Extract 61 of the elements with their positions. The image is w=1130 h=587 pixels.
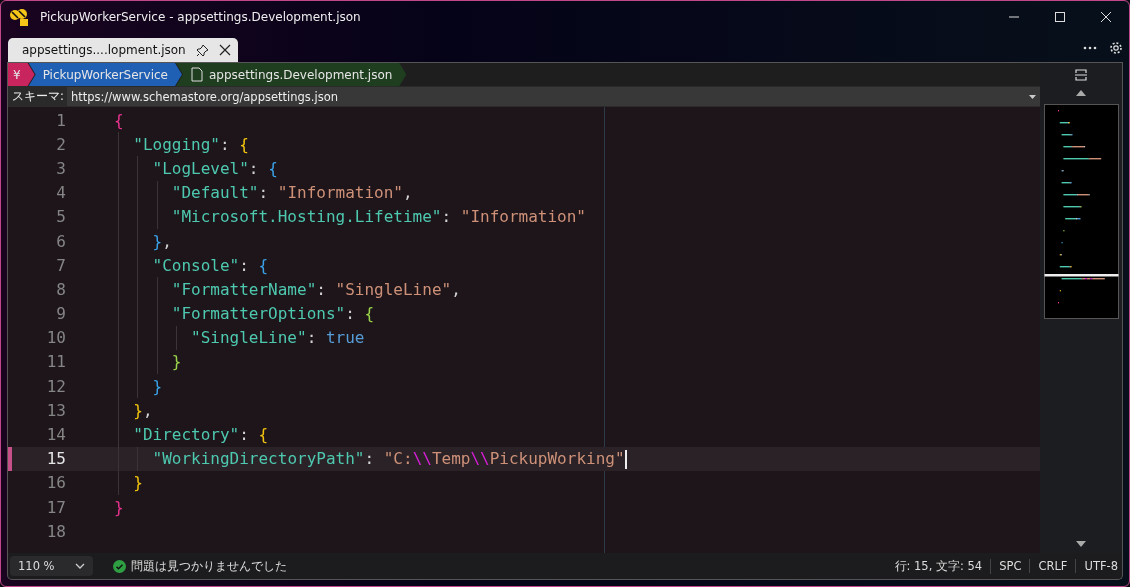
code-line: "SingleLine": true [191,328,365,348]
line-number: 6 [55,231,67,251]
pin-icon[interactable] [195,43,209,57]
maximize-icon[interactable] [1054,11,1066,23]
code-line: "FormatterName": "SingleLine", [171,279,461,299]
code-line: { [114,110,124,130]
code-line: } [152,376,163,396]
line-number: 13 [45,400,67,420]
chevron-down-icon[interactable] [74,563,85,569]
line-number: 15 [45,449,67,469]
breadcrumb-item[interactable]: ¥ [8,63,35,86]
line-number: 10 [45,328,67,348]
code-line: "Logging": { [133,134,249,154]
line-number: 3 [55,158,67,178]
code-line: "FormatterOptions": { [171,304,375,324]
line-number: 2 [55,134,67,154]
code-line: }, [152,231,172,251]
breadcrumb-item[interactable]: appsettings.Development.json [176,63,407,86]
problems-status[interactable]: 問題は見つかりませんでした [130,558,287,574]
code-line: }, [133,400,153,420]
code-line: } [114,497,124,517]
minimap-drawing[interactable] [1043,104,1119,319]
settings-icon[interactable] [1109,40,1123,55]
code-line: "Directory": { [133,425,269,445]
document-tab[interactable]: appsettings....lopment.json [8,38,238,62]
line-ending[interactable]: CRLF [1030,559,1077,573]
line-number: 7 [55,255,67,275]
line-number: 16 [45,473,67,493]
line-number: 4 [55,183,67,203]
window-title: PickupWorkerService - appsettings.Development.json [40,10,361,24]
scroll-down-icon[interactable] [1076,541,1086,547]
line-number: 17 [45,497,67,517]
line-number: 14 [45,425,67,445]
schema-dropdown[interactable]: https://www.schemastore.org/appsettings.json [66,87,1040,106]
scroll-up-icon[interactable] [1076,90,1086,96]
line-number: 18 [45,521,67,541]
cursor-position[interactable]: 行: 15, 文字: 54 [886,558,992,574]
line-number: 12 [45,376,67,396]
line-number: 5 [55,207,67,227]
breadcrumb-item[interactable]: PickupWorkerService [28,63,182,86]
line-number: 11 [45,352,67,372]
code-line: "WorkingDirectoryPath": "C:\\Temp\\PickupWorking" [152,448,627,469]
line-number: 1 [55,110,67,130]
code-line: "Microsoft.Hosting.Lifetime": "Information" [171,207,586,227]
line-number: 9 [55,304,67,324]
code-line: "Default": "Information", [171,183,413,203]
code-line: "Console": { [152,255,269,275]
encoding[interactable]: UTF-8 [1076,559,1122,573]
code-line: } [171,352,182,372]
split-icon[interactable] [1074,68,1088,82]
zoom-dropdown[interactable]: 110 % [10,556,93,576]
close-icon[interactable] [218,44,231,56]
line-number: 8 [55,279,67,299]
app-logo-icon [9,7,29,27]
check-circle-icon [112,559,126,573]
code-line: "LogLevel": { [152,158,278,178]
indent-mode[interactable]: SPC [991,559,1031,573]
dropdown-arrow-icon[interactable] [1029,94,1036,99]
more-icon[interactable] [1083,45,1097,50]
code-line: } [133,473,143,493]
schema-label: スキーマ: [11,89,65,104]
